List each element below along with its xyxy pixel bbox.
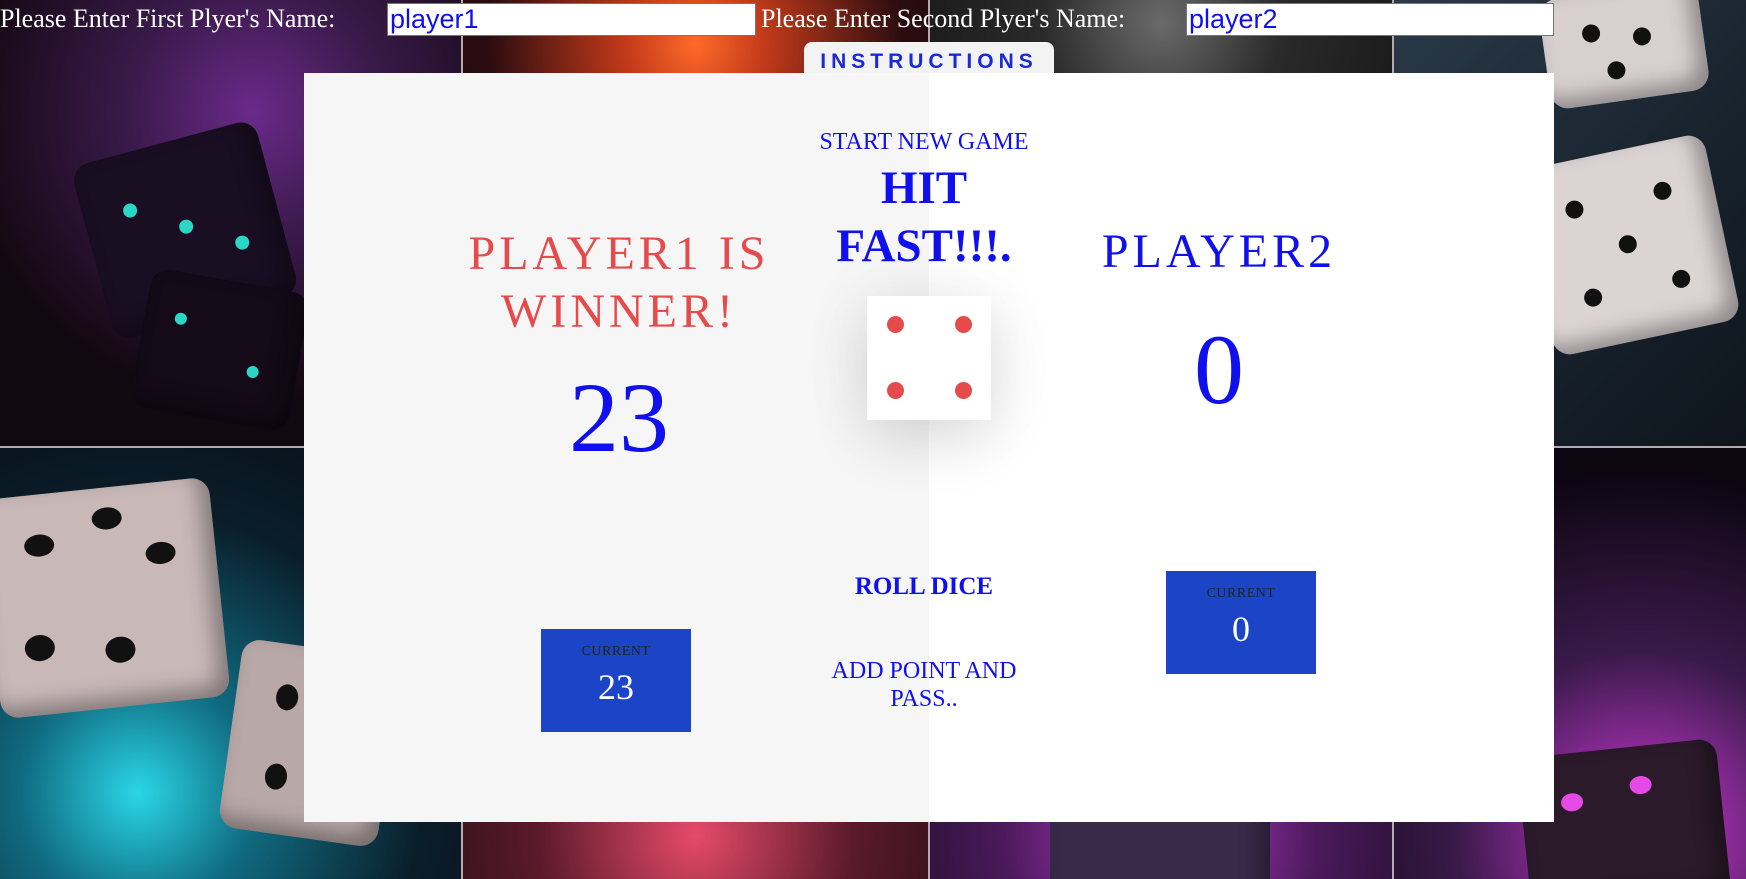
player2-name: PLAYER2 [1101, 225, 1337, 278]
dice-pip [887, 316, 904, 333]
roll-dice-button[interactable]: ROLL DICE [804, 573, 1044, 601]
dice-face-icon [867, 296, 991, 420]
dice-pip [955, 382, 972, 399]
dice-pip [955, 316, 972, 333]
start-new-game-button[interactable]: START NEW GAME [784, 129, 1064, 156]
player1-score: 23 [569, 362, 669, 473]
dice-image [0, 476, 231, 720]
player1-name: PLAYER1 IS WINNER! [468, 227, 770, 338]
player1-name-input[interactable] [387, 3, 756, 36]
hit-fast-heading: HIT FAST!!!. [836, 162, 1012, 272]
dice-image [129, 267, 311, 433]
player2-name-label: Please Enter Second Plyer's Name: [761, 4, 1126, 33]
dice-pip [887, 382, 904, 399]
player2-name-input[interactable] [1186, 3, 1554, 36]
game-panel: PLAYER1 IS WINNER! 23 CURRENT 23 PLAYER2… [304, 73, 1554, 822]
player1-name-label: Please Enter First Plyer's Name: [0, 4, 336, 33]
player1-current-box: CURRENT 23 [541, 629, 691, 732]
player1-current-label: CURRENT [581, 644, 651, 659]
player-names-bar: Please Enter First Plyer's Name: Please … [0, 0, 1746, 40]
add-point-and-pass-button[interactable]: ADD POINT AND PASS.. [814, 657, 1034, 713]
player2-current-label: CURRENT [1206, 586, 1276, 601]
player2-score: 0 [1194, 314, 1244, 425]
player2-current-box: CURRENT 0 [1166, 571, 1316, 674]
player2-current-score: 0 [1232, 609, 1250, 649]
player1-current-score: 23 [598, 667, 634, 707]
